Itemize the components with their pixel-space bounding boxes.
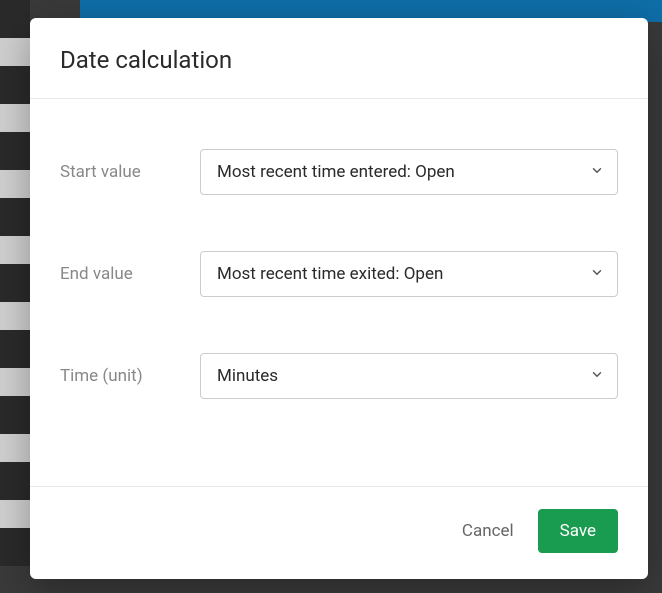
start-value-selected[interactable]: Most recent time entered: Open bbox=[200, 149, 618, 195]
cancel-button[interactable]: Cancel bbox=[462, 521, 514, 541]
end-value-row: End value Most recent time exited: Open bbox=[60, 251, 618, 297]
save-button[interactable]: Save bbox=[538, 509, 618, 553]
start-value-select[interactable]: Most recent time entered: Open bbox=[200, 149, 618, 195]
start-value-row: Start value Most recent time entered: Op… bbox=[60, 149, 618, 195]
time-unit-selected[interactable]: Minutes bbox=[200, 353, 618, 399]
start-value-label: Start value bbox=[60, 162, 200, 182]
time-unit-row: Time (unit) Minutes bbox=[60, 353, 618, 399]
modal-header: Date calculation bbox=[30, 18, 648, 99]
modal-footer: Cancel Save bbox=[30, 486, 648, 579]
background-stripes bbox=[0, 0, 30, 593]
modal-body: Start value Most recent time entered: Op… bbox=[30, 99, 648, 486]
end-value-selected[interactable]: Most recent time exited: Open bbox=[200, 251, 618, 297]
date-calculation-modal: Date calculation Start value Most recent… bbox=[30, 18, 648, 579]
time-unit-select[interactable]: Minutes bbox=[200, 353, 618, 399]
modal-title: Date calculation bbox=[60, 46, 618, 74]
end-value-select[interactable]: Most recent time exited: Open bbox=[200, 251, 618, 297]
time-unit-label: Time (unit) bbox=[60, 366, 200, 386]
end-value-label: End value bbox=[60, 264, 200, 284]
